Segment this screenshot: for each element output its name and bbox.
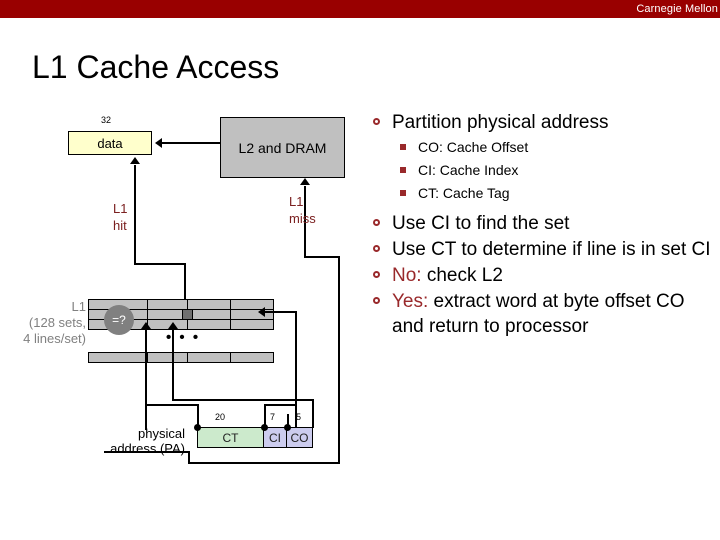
l1-hit-vertical-line (134, 165, 136, 265)
bullet-text: Partition physical address (392, 112, 609, 133)
cache-label-line1: L1 (71, 299, 86, 314)
l1-miss-label-line1: L1 (289, 194, 304, 209)
hollow-circle-bullet-icon (373, 245, 380, 252)
l1-miss-outer-right-line (338, 256, 340, 464)
ct-tap-horizontal-line (145, 404, 199, 406)
l1-miss-label: L1 miss (289, 193, 316, 227)
tag-compare-circle: =? (104, 305, 134, 335)
co-feed-horizontal-line (172, 399, 314, 401)
square-bullet-icon (400, 167, 406, 173)
cache-label-line3: 4 lines/set) (23, 331, 86, 346)
bullet-text: Use CI to find the set (392, 213, 570, 234)
data-bus-width-label: 32 (101, 115, 112, 125)
bullet-text: CT: Cache Tag (418, 185, 510, 201)
hollow-circle-bullet-icon (373, 297, 380, 304)
l1-cache-access-diagram: 32 data L2 and DRAM L1 hit L1 miss L1 (1… (0, 0, 360, 540)
co-bits-label: 5 (296, 412, 302, 422)
ci-tap-horizontal-line (264, 404, 296, 406)
bullet-list: Partition physical address CO: Cache Off… (370, 110, 718, 340)
data-box: data (68, 131, 152, 155)
l2-and-dram-box: L2 and DRAM (220, 117, 345, 178)
l1-hit-label-line2: hit (113, 218, 127, 233)
memory-to-data-arrowhead (155, 138, 162, 148)
physical-address-label-line2: address (PA) (110, 441, 185, 456)
co-tap-riser-line (287, 414, 289, 428)
l1-hit-horizontal-line (134, 263, 186, 265)
bullet-co-cache-offset: CO: Cache Offset (370, 136, 718, 159)
bullet-text: check L2 (421, 265, 503, 286)
bullet-text: extract word at byte offset CO and retur… (392, 291, 685, 337)
tag-compare-label: =? (112, 313, 126, 327)
address-segment-co-label: CO (290, 430, 309, 445)
square-bullet-icon (400, 144, 406, 150)
ct-tap-riser-line (197, 404, 199, 428)
ci-bits-label: 7 (270, 412, 276, 422)
cache-index-select-line (265, 311, 297, 313)
ci-to-cache-vertical-line (295, 311, 297, 428)
l1-hit-label: L1 hit (113, 200, 127, 234)
cache-cell (88, 352, 148, 363)
cache-index-select-arrowhead (258, 307, 265, 317)
bullet-text: CI: Cache Index (418, 162, 519, 178)
cache-cell (187, 352, 231, 363)
bullet-keyword: No: (392, 265, 422, 286)
bullet-use-ci-find-set: Use CI to find the set (370, 211, 718, 236)
co-feed-vertical-line (172, 329, 174, 401)
ci-tap-riser-line (264, 404, 266, 428)
hollow-circle-bullet-icon (373, 219, 380, 226)
bullet-ct-cache-tag: CT: Cache Tag (370, 182, 718, 205)
bullet-text: CO: Cache Offset (418, 139, 529, 155)
ct-feed-vertical-line (145, 329, 147, 430)
brand-text: Carnegie Mellon (636, 3, 718, 15)
bullet-yes-extract-word: Yes: extract word at byte offset CO and … (370, 289, 718, 339)
bullet-no-check-l2: No: check L2 (370, 263, 718, 288)
l1-miss-arrowhead (300, 178, 310, 185)
physical-address-label: physical address (PA) (70, 426, 185, 456)
bullet-text: Use CT to determine if line is in set CI (392, 239, 711, 260)
co-feed-arrowhead (168, 322, 178, 329)
ct-bits-label: 20 (215, 412, 226, 422)
address-segment-ct: CT (197, 427, 264, 448)
l1-hit-label-line1: L1 (113, 201, 128, 216)
l1-miss-label-line2: miss (289, 211, 316, 226)
l2-and-dram-label: L2 and DRAM (238, 139, 327, 156)
l1-hit-arrowhead (130, 157, 140, 164)
cache-label-line2: (128 sets, (28, 315, 86, 330)
square-bullet-icon (400, 190, 406, 196)
bullet-ci-cache-index: CI: Cache Index (370, 159, 718, 182)
address-segment-co: CO (286, 427, 313, 448)
hollow-circle-bullet-icon (373, 118, 380, 125)
ct-feed-arrowhead (141, 322, 151, 329)
bullet-use-ct-determine-line: Use CT to determine if line is in set CI (370, 237, 718, 262)
hollow-circle-bullet-icon (373, 271, 380, 278)
data-box-label: data (97, 135, 123, 151)
l1-miss-horizontal-line (304, 256, 340, 258)
cache-description-label: L1 (128 sets, 4 lines/set) (0, 299, 86, 347)
address-segment-ci-label: CI (269, 430, 281, 445)
cache-cell (230, 352, 274, 363)
address-segment-ct-label: CT (222, 430, 239, 445)
memory-to-data-line (162, 142, 220, 144)
pa-to-miss-bottom-line (188, 462, 340, 464)
bullet-keyword: Yes: (392, 291, 429, 312)
physical-address-label-line1: physical (138, 426, 185, 441)
co-to-address-vertical-line (312, 399, 314, 428)
bullet-partition-physical-address: Partition physical address (370, 110, 718, 135)
cache-cell (230, 319, 274, 330)
cache-cell (147, 352, 188, 363)
